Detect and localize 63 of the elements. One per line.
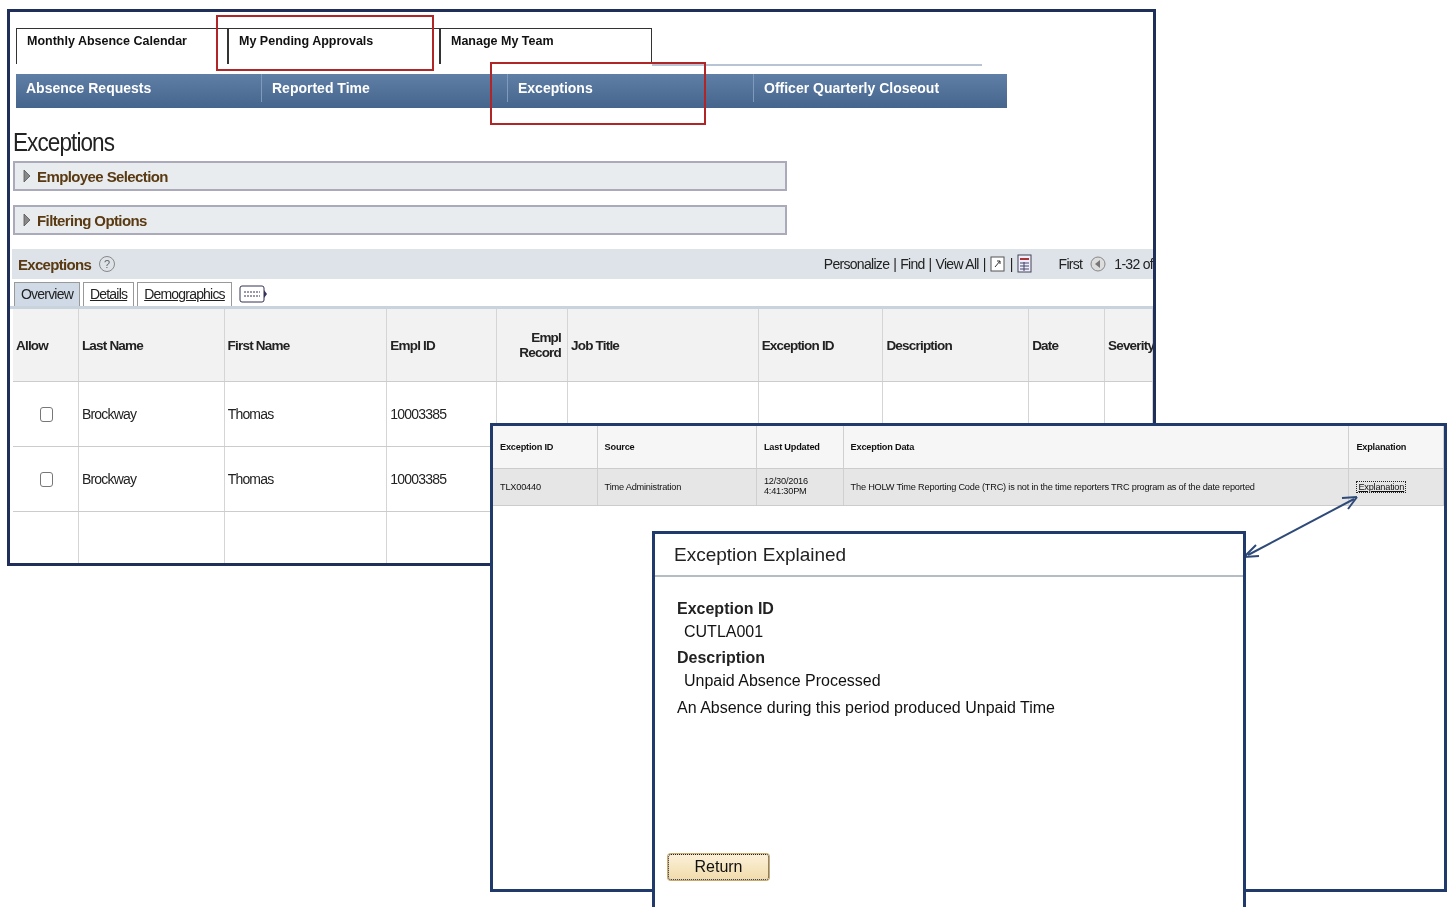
table-cell: Brockway	[81, 471, 137, 487]
dialog-title: Exception Explained	[655, 534, 1243, 577]
field-label: Exception ID	[677, 600, 775, 618]
description-text: An Absence during this period produced Unpaid Time	[677, 699, 1056, 717]
table-cell: Thomas	[227, 471, 274, 487]
column-header: Exception ID	[493, 426, 598, 468]
table-cell: TLX00440	[500, 482, 541, 492]
return-button[interactable]: Return	[668, 854, 769, 880]
toolbar-link[interactable]: Find	[900, 256, 925, 272]
expand-icon	[23, 213, 31, 227]
allow-checkbox[interactable]	[40, 471, 54, 487]
collapsible-section[interactable]: Filtering Options	[13, 205, 787, 235]
column-header: First Name	[224, 309, 388, 381]
table-cell: The HOLW Time Reporting Code (TRC) is not in the time reporters TRC program as of the date reported	[850, 482, 1255, 492]
nav-item[interactable]: Absence Requests	[16, 74, 262, 102]
top-tab[interactable]: Monthly Absence Calendar	[16, 28, 228, 64]
nav-item[interactable]: Officer Quarterly Closeout	[754, 74, 1000, 102]
grid-title: Exceptions	[18, 255, 92, 273]
show-all-columns-icon[interactable]	[238, 284, 267, 304]
column-header: Source	[597, 426, 757, 468]
column-header: Exception ID	[758, 309, 884, 381]
zoom-icon[interactable]	[989, 255, 1006, 273]
grid-tab[interactable]: Details	[82, 282, 135, 306]
separator: |	[893, 256, 897, 272]
row-range: 1-32 of	[1114, 256, 1153, 272]
nav-item[interactable]: Exceptions	[508, 74, 754, 102]
separator: |	[1009, 256, 1013, 272]
column-header: Allow	[13, 309, 79, 381]
column-header: Empl ID	[387, 309, 498, 381]
column-header: Job Title	[568, 309, 759, 381]
grid-tab[interactable]: Overview	[14, 282, 80, 306]
separator: |	[982, 256, 986, 272]
field-value: CUTLA001	[684, 623, 765, 641]
column-header: Last Updated	[756, 426, 844, 468]
table-cell: Thomas	[227, 406, 274, 422]
column-header: Explanation	[1349, 426, 1444, 468]
expand-icon	[23, 169, 31, 183]
explanation-link[interactable]: Explanation	[1356, 481, 1407, 493]
field-label: Description	[677, 649, 766, 667]
column-header: Description	[883, 309, 1030, 381]
first-link[interactable]: First	[1058, 256, 1083, 272]
page-title: Exceptions	[13, 128, 116, 157]
column-header: Last Name	[78, 309, 225, 381]
field-value: Unpaid Absence Processed	[684, 672, 882, 690]
nav-item[interactable]: Reported Time	[262, 74, 508, 102]
grid-tab[interactable]: Demographics	[137, 282, 232, 306]
toolbar-link[interactable]: View All	[935, 256, 979, 272]
previous-icon[interactable]	[1090, 256, 1107, 272]
allow-checkbox[interactable]	[40, 406, 54, 422]
collapsible-section[interactable]: Employee Selection	[13, 161, 787, 191]
table-cell: 10003385	[390, 471, 447, 487]
separator: |	[928, 256, 932, 272]
column-header: Empl Record	[497, 309, 568, 381]
table-cell-text: 12/30/2016 4:41:30PM	[763, 477, 809, 497]
top-tab[interactable]: My Pending Approvals	[228, 28, 440, 64]
column-header: Exception Data	[843, 426, 1350, 468]
spreadsheet-icon[interactable]	[1016, 254, 1033, 274]
table-cell: Brockway	[81, 406, 137, 422]
toolbar-link[interactable]: Personalize	[823, 256, 890, 272]
top-tab[interactable]: Manage My Team	[440, 28, 652, 64]
table-cell: Time Administration	[604, 482, 682, 492]
column-header: Date	[1029, 309, 1105, 381]
table-cell: 10003385	[390, 406, 447, 422]
